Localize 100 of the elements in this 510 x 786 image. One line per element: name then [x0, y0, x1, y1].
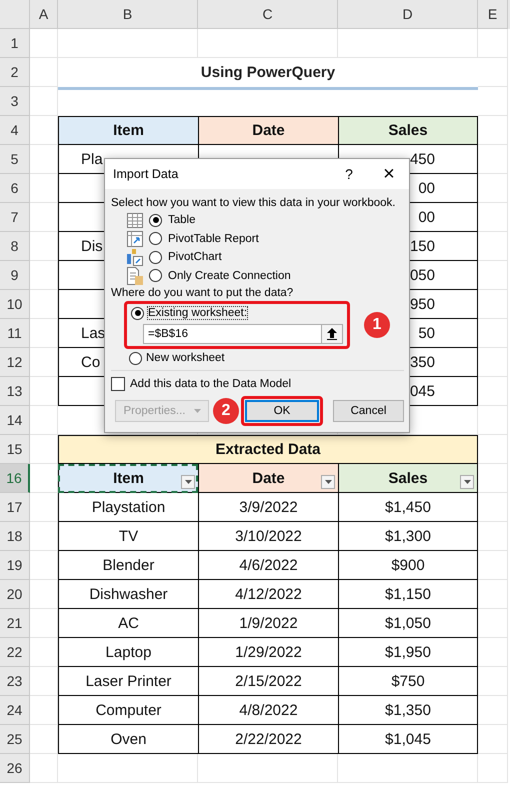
- table-cell: $1,950: [338, 638, 478, 667]
- option-label[interactable]: Table: [168, 214, 196, 226]
- empty-cell: [30, 609, 58, 638]
- ok-button[interactable]: OK: [245, 400, 319, 422]
- empty-cell: [478, 29, 508, 58]
- row-header[interactable]: 6: [0, 174, 30, 203]
- column-header[interactable]: A: [30, 0, 58, 29]
- row-header[interactable]: 8: [0, 232, 30, 261]
- table-cell: AC: [58, 609, 198, 638]
- option-label[interactable]: Only Create Connection: [168, 270, 291, 282]
- row-header[interactable]: 15: [0, 435, 30, 464]
- table-cell: Laser Printer: [58, 667, 198, 696]
- range-field[interactable]: =$B$16: [143, 324, 343, 344]
- row-header[interactable]: 5: [0, 145, 30, 174]
- radio-button[interactable]: [131, 306, 144, 320]
- table-title: Extracted Data: [58, 435, 478, 464]
- table-cell: 3/9/2022: [198, 493, 338, 522]
- header-label: Sales: [388, 470, 428, 486]
- column-header[interactable]: D: [338, 0, 478, 29]
- pivot-table-icon: [127, 230, 143, 247]
- row-header[interactable]: 25: [0, 725, 30, 754]
- row-header[interactable]: 18: [0, 522, 30, 551]
- empty-cell: [478, 58, 508, 87]
- filter-button[interactable]: [181, 475, 195, 489]
- header-cell[interactable]: Date: [198, 464, 338, 493]
- collapse-button[interactable]: [321, 325, 342, 343]
- row-header[interactable]: 19: [0, 551, 30, 580]
- table-cell: $1,450: [338, 493, 478, 522]
- row-header[interactable]: 12: [0, 348, 30, 377]
- empty-cell: [478, 203, 508, 232]
- row-header[interactable]: 16: [0, 464, 30, 493]
- row-header[interactable]: 20: [0, 580, 30, 609]
- header-cell: Sales: [338, 116, 478, 145]
- empty-cell: [30, 348, 58, 377]
- empty-cell: [30, 232, 58, 261]
- header-cell[interactable]: Item: [58, 464, 198, 493]
- row-header[interactable]: 13: [0, 377, 30, 406]
- header-cell: Item: [58, 116, 198, 145]
- header-cell[interactable]: Sales: [338, 464, 478, 493]
- radio-button[interactable]: [149, 214, 162, 227]
- empty-cell: [478, 696, 508, 725]
- empty-cell: [478, 580, 508, 609]
- radio-button[interactable]: [149, 232, 162, 246]
- header-label: Date: [252, 470, 285, 486]
- table-cell: $1,050: [338, 609, 478, 638]
- empty-cell: [30, 261, 58, 290]
- caret-icon: [324, 480, 332, 484]
- row-header[interactable]: 7: [0, 203, 30, 232]
- option-label[interactable]: Existing worksheet:: [148, 307, 248, 319]
- up-arrow-icon: [327, 328, 337, 340]
- table-cell: Computer: [58, 696, 198, 725]
- radio-button[interactable]: [149, 269, 162, 282]
- table-cell: 1/9/2022: [198, 609, 338, 638]
- row-header[interactable]: 10: [0, 290, 30, 319]
- row-header[interactable]: 2: [0, 58, 30, 87]
- empty-cell: [30, 667, 58, 696]
- empty-cell: [30, 754, 58, 783]
- row-header[interactable]: 17: [0, 493, 30, 522]
- row-header[interactable]: 26: [0, 754, 30, 783]
- cancel-button[interactable]: Cancel: [333, 400, 404, 422]
- column-header[interactable]: C: [198, 0, 338, 29]
- column-header[interactable]: E: [478, 0, 508, 29]
- empty-cell: [478, 232, 508, 261]
- row-header[interactable]: 3: [0, 87, 30, 116]
- radio-button[interactable]: [129, 352, 142, 364]
- caret-icon: [464, 480, 470, 484]
- empty-cell: [30, 551, 58, 580]
- empty-cell: [30, 174, 58, 203]
- row-header[interactable]: 23: [0, 667, 30, 696]
- empty-cell: [30, 145, 58, 174]
- radio-button[interactable]: [149, 250, 162, 264]
- row-header[interactable]: 14: [0, 406, 30, 435]
- filter-button[interactable]: [321, 475, 335, 489]
- row-header[interactable]: 4: [0, 116, 30, 145]
- table-cell: $900: [338, 551, 478, 580]
- step-marker: 2: [213, 398, 239, 424]
- row-header[interactable]: 21: [0, 609, 30, 638]
- checkbox-label[interactable]: Add this data to the Data Model: [130, 378, 292, 390]
- row-header[interactable]: 1: [0, 29, 30, 58]
- empty-cell: [478, 406, 508, 435]
- column-header[interactable]: B: [58, 0, 198, 29]
- table-cell: Oven: [58, 725, 198, 754]
- checkbox[interactable]: [111, 377, 125, 391]
- empty-cell: [478, 348, 508, 377]
- header-label: Item: [113, 470, 144, 486]
- row-header[interactable]: 24: [0, 696, 30, 725]
- empty-cell: [478, 261, 508, 290]
- table-cell: $1,150: [338, 580, 478, 609]
- table-cell: 4/8/2022: [198, 696, 338, 725]
- table-cell: $1,350: [338, 696, 478, 725]
- filter-button[interactable]: [460, 475, 474, 489]
- row-header[interactable]: 9: [0, 261, 30, 290]
- table-cell: $750: [338, 667, 478, 696]
- empty-cell: [30, 290, 58, 319]
- row-header[interactable]: 11: [0, 319, 30, 348]
- sheet-title: Using PowerQuery: [200, 63, 336, 83]
- empty-cell: [30, 377, 58, 406]
- table-cell: TV: [58, 522, 198, 551]
- row-header[interactable]: 22: [0, 638, 30, 667]
- empty-cell: [478, 725, 508, 754]
